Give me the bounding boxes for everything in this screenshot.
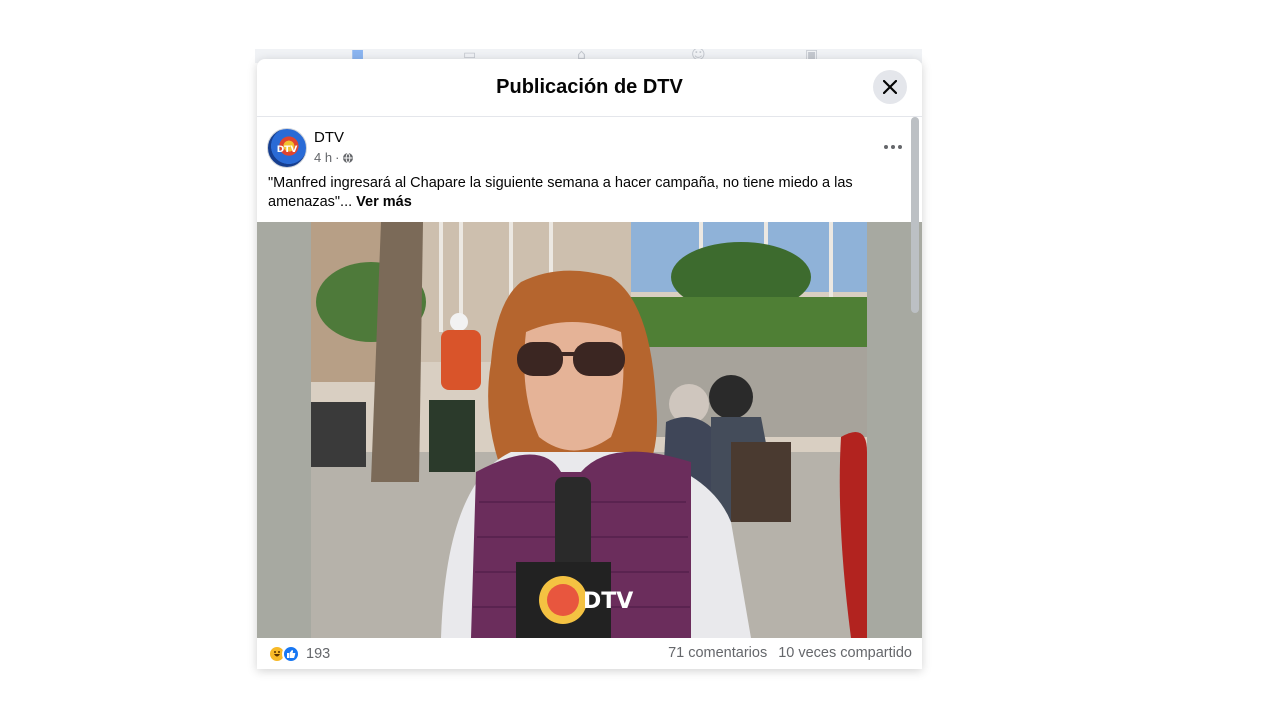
page-name[interactable]: DTV	[314, 129, 344, 146]
avatar[interactable]: DTV	[267, 128, 307, 168]
globe-icon	[343, 152, 354, 163]
post-scroll-area[interactable]: DTV DTV 4 h · "Manfred ingresará al Chap…	[257, 117, 922, 669]
stats-row: 193 71 comentarios 10 veces compartido	[268, 645, 912, 667]
reaction-count: 193	[306, 646, 331, 662]
more-icon	[884, 145, 888, 149]
photo-scene: DTV	[311, 222, 867, 638]
reactions-summary[interactable]: 193	[268, 645, 330, 663]
post-text: "Manfred ingresará al Chapare la siguien…	[268, 174, 868, 212]
post-time[interactable]: 4 h	[314, 150, 332, 165]
scrollbar[interactable]	[911, 117, 919, 313]
close-icon	[883, 80, 897, 94]
shares-count[interactable]: 10 veces compartido	[778, 645, 912, 661]
post-media[interactable]: DTV	[257, 222, 922, 638]
comments-count[interactable]: 71 comentarios	[668, 645, 767, 661]
modal-header: Publicación de DTV	[257, 59, 922, 117]
svg-text:DTV: DTV	[277, 145, 298, 155]
engagement-stats: 71 comentarios 10 veces compartido	[668, 645, 912, 661]
post-meta: 4 h ·	[314, 150, 354, 165]
close-button[interactable]	[873, 70, 907, 104]
dtv-logo-icon: DTV	[277, 145, 298, 155]
modal-title: Publicación de DTV	[496, 76, 683, 98]
like-icon	[282, 645, 300, 663]
see-more-link[interactable]: Ver más	[356, 194, 412, 210]
mic-logo-text: DTV	[583, 589, 633, 614]
more-options-button[interactable]	[881, 137, 905, 157]
meta-separator: ·	[335, 150, 340, 165]
post-photo[interactable]: DTV	[311, 222, 867, 638]
post-header: DTV DTV 4 h ·	[267, 128, 907, 168]
post-modal: Publicación de DTV DTV DTV 4 h · "Manfre…	[257, 59, 922, 669]
